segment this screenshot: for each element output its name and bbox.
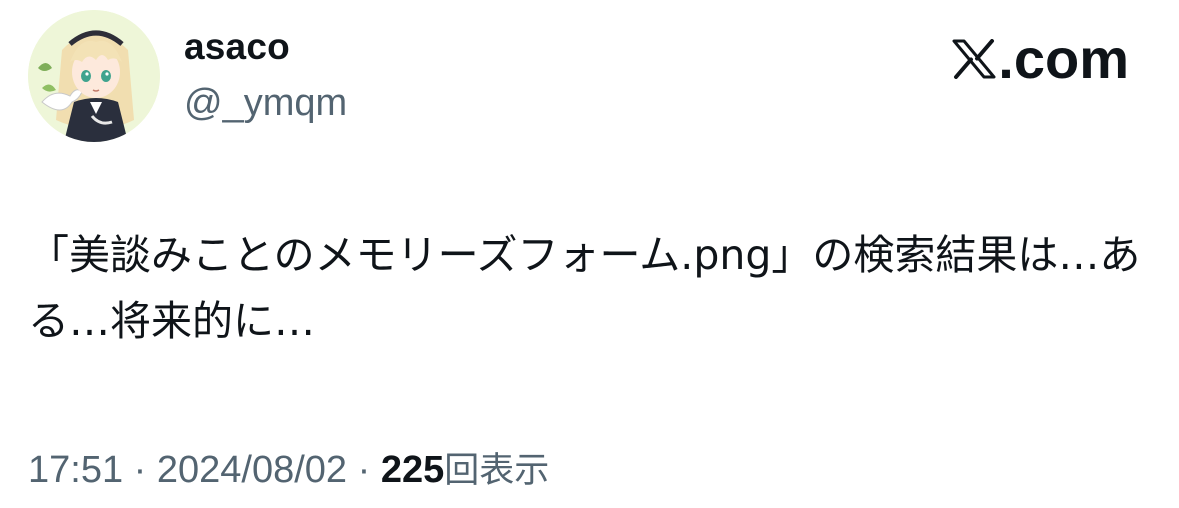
tweet-time[interactable]: 17:51	[28, 449, 123, 491]
tweet-meta: 17:51 · 2024/08/02 · 225回表示	[28, 442, 549, 493]
avatar[interactable]	[28, 10, 160, 142]
author-handle[interactable]: @_ymqm	[184, 82, 347, 125]
tweet-text: 「美談みことのメモリーズフォーム.png」の検索結果は…ある…将来的に…	[28, 231, 1141, 345]
brand-watermark: .com	[952, 26, 1129, 91]
brand-label: .com	[998, 27, 1129, 90]
meta-separator: ·	[133, 449, 147, 491]
tweet-date[interactable]: 2024/08/02	[157, 449, 347, 491]
meta-separator: ·	[357, 449, 371, 491]
views-label: 回表示	[444, 451, 550, 491]
x-logo-icon	[952, 38, 996, 79]
anime-girl-avatar-icon	[28, 10, 160, 142]
author-display-name[interactable]: asaco	[184, 26, 290, 68]
views-count: 225	[380, 449, 445, 491]
